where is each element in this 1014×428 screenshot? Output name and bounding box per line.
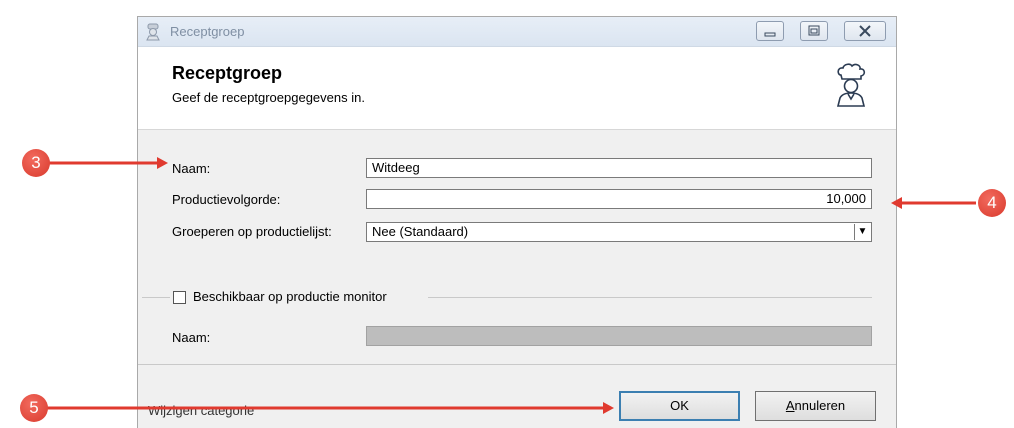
monitor-checkbox[interactable] xyxy=(173,291,186,304)
title-bar[interactable]: Receptgroep xyxy=(138,17,896,47)
status-text: Wijzigen categorie xyxy=(148,403,255,418)
dialog-window: Receptgroep Receptgroep Geef de receptgr… xyxy=(137,16,897,428)
restore-icon xyxy=(808,25,820,36)
annuleren-mnemonic: A xyxy=(785,398,795,413)
monitor-naam-input xyxy=(366,326,872,346)
minimize-icon xyxy=(764,32,776,37)
monitor-checkbox-label[interactable]: Beschikbaar op productie monitor xyxy=(193,289,387,304)
page-title: Receptgroep xyxy=(172,63,283,83)
page-subtitle: Geef de receptgroepgegevens in. xyxy=(172,90,365,105)
groeperen-label: Groeperen op productielijst: xyxy=(172,224,332,239)
groeperen-select[interactable]: Nee (Standaard) ▼ xyxy=(366,222,872,242)
annuleren-button[interactable]: Annuleren xyxy=(755,391,876,421)
group-divider-left xyxy=(142,297,170,298)
productievolgorde-label: Productievolgorde: xyxy=(172,192,281,207)
window-title: Receptgroep xyxy=(170,24,245,39)
ok-button[interactable]: OK xyxy=(619,391,740,421)
chef-icon xyxy=(836,63,866,107)
groeperen-selected-value: Nee (Standaard) xyxy=(372,224,469,239)
annuleren-label: nnuleren xyxy=(794,398,846,413)
annotation-badge-4: 4 xyxy=(978,189,1006,217)
dialog-header: Receptgroep Geef de receptgroepgegevens … xyxy=(138,47,896,130)
naam-input[interactable]: Witdeeg xyxy=(366,158,872,178)
productievolgorde-input[interactable]: 10,000 xyxy=(366,189,872,209)
naam-label: Naam: xyxy=(172,161,211,176)
close-icon xyxy=(859,25,871,37)
footer-separator xyxy=(138,364,896,365)
annotation-badge-5: 5 xyxy=(20,394,48,422)
restore-button[interactable] xyxy=(800,21,828,41)
annotation-badge-3: 3 xyxy=(22,149,50,177)
dropdown-arrow-icon[interactable]: ▼ xyxy=(854,224,870,240)
minimize-button[interactable] xyxy=(756,21,784,41)
chef-app-icon xyxy=(146,23,160,41)
group-divider-right xyxy=(428,297,872,298)
monitor-naam-label: Naam: xyxy=(172,330,211,345)
close-button[interactable] xyxy=(844,21,886,41)
